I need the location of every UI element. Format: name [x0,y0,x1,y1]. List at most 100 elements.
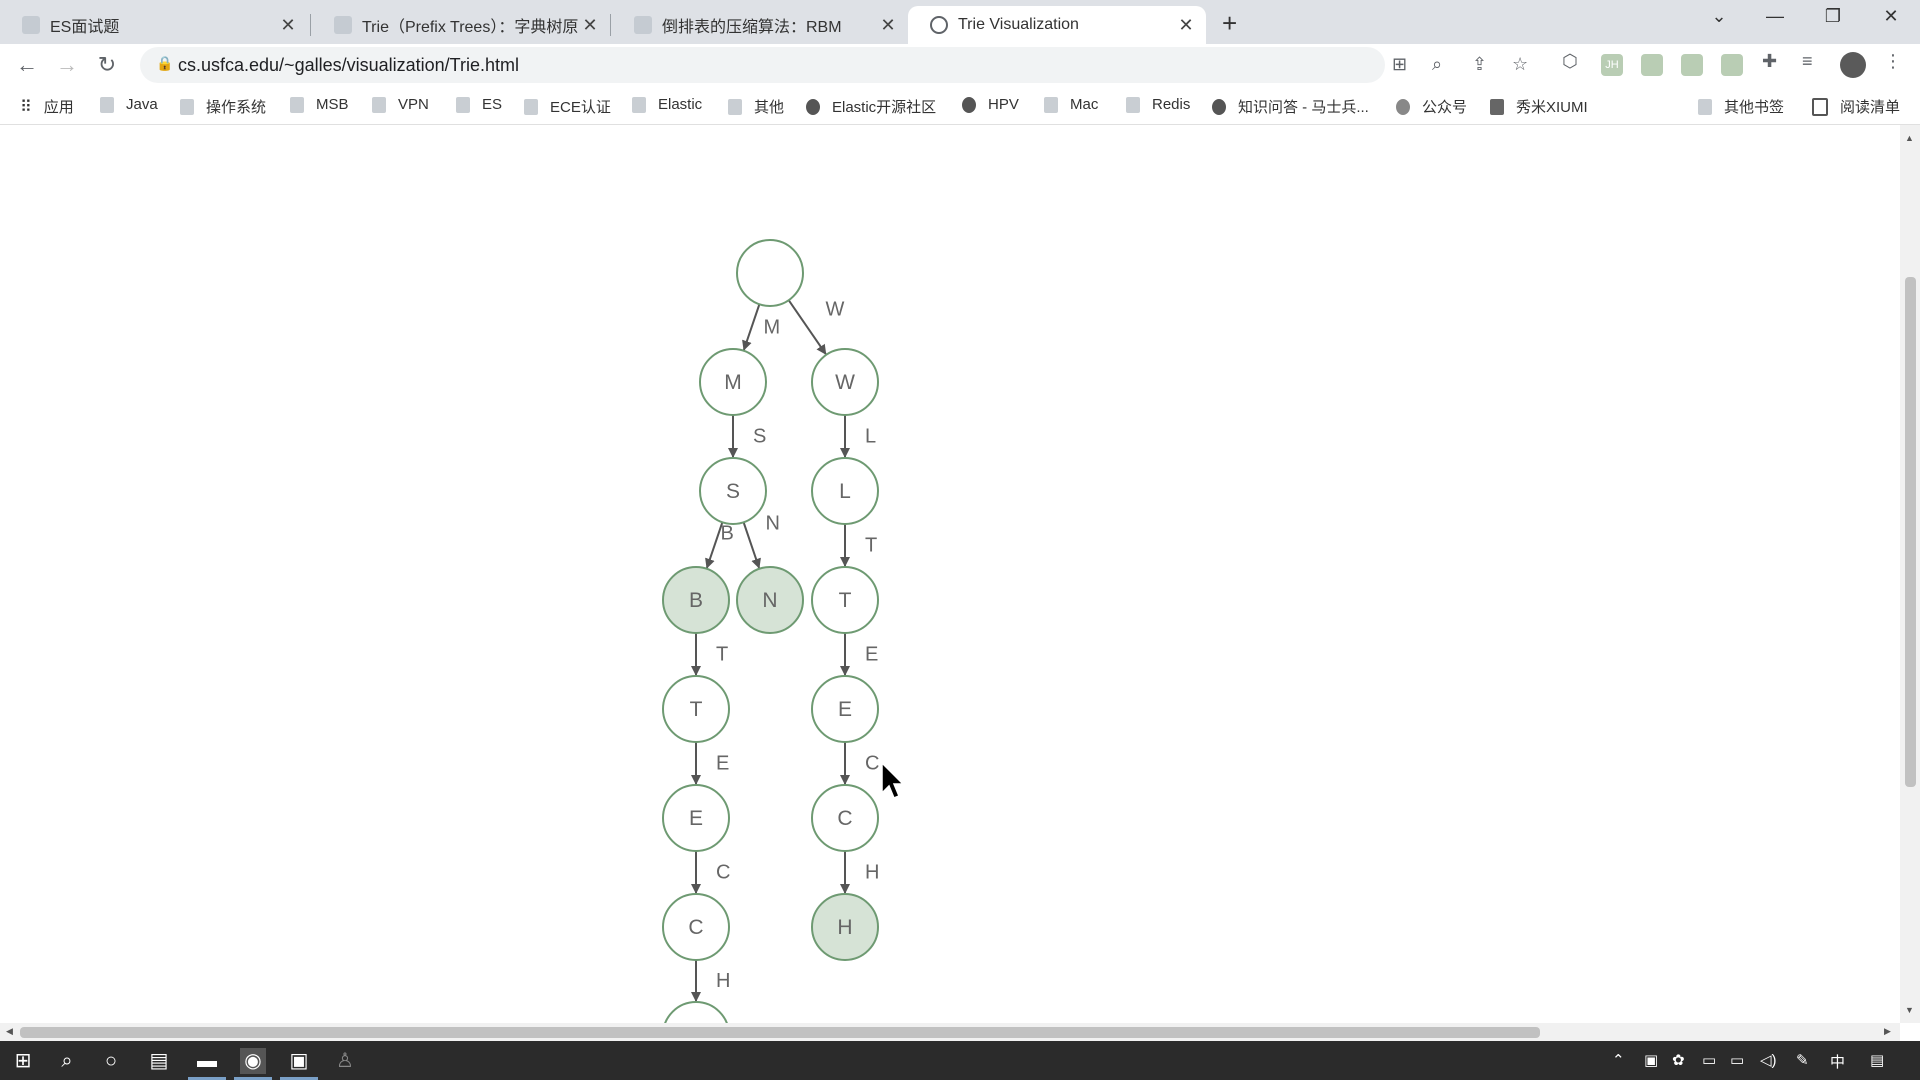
bookmark-vpn[interactable]: VPN [372,96,429,113]
tab-trie-visualization[interactable]: Trie Visualization ✕ [908,6,1206,44]
notification-icon[interactable]: ▤ [1870,1051,1884,1069]
url-text[interactable]: cs.usfca.edu/~galles/visualization/Trie.… [178,55,519,76]
horizontal-scrollbar[interactable]: ◀ ▶ [0,1023,1900,1041]
bookmark-ece[interactable]: ECE认证 [524,96,611,117]
bookmark-es[interactable]: ES [456,96,502,113]
tab-close-icon[interactable]: ✕ [578,15,602,36]
windows-taskbar: ⊞ ⌕ ○ ▤ ▬ ◉ ▣ ♙ ⌃ ▣ ✿ ▭ ▭ ◁) ✎ 中 ▤ [0,1041,1920,1080]
back-button[interactable]: ← [12,52,42,78]
tab-rbm-compression[interactable]: 倒排表的压缩算法：RBM ✕ [612,6,908,44]
trie-node: W [811,348,879,416]
jh-extension-icon[interactable]: JH [1601,54,1623,76]
reading-list-icon[interactable]: ≡ [1802,51,1813,72]
tray-app-icon[interactable]: ✿ [1672,1051,1685,1069]
pen-icon[interactable]: ✎ [1796,1051,1809,1069]
scroll-down-arrow-icon[interactable]: ▼ [1905,1005,1914,1015]
tab-close-icon[interactable]: ✕ [876,15,900,36]
bookmark-xiumi[interactable]: 秀米XIUMI [1490,96,1588,117]
app-icon[interactable]: ♙ [332,1048,358,1074]
minimize-button[interactable]: — [1760,6,1790,27]
bookmark-hpv[interactable]: HPV [962,96,1019,113]
bookmark-msb[interactable]: MSB [290,96,349,113]
trie-node-circle [664,1001,728,1023]
bookmark-java[interactable]: Java [100,96,158,113]
bookmark-redis[interactable]: Redis [1126,96,1190,113]
extension-icon[interactable] [1681,54,1703,76]
file-explorer-icon[interactable]: ▬ [188,1048,226,1080]
folder-icon [100,96,114,113]
task-view-icon[interactable]: ▤ [146,1048,172,1074]
trie-edge-label: L [865,426,876,448]
cortana-icon[interactable]: ○ [98,1048,124,1074]
bookmark-elastic[interactable]: Elastic [632,96,702,113]
vertical-scrollbar[interactable]: ▲ ▼ [1900,125,1920,1023]
ime-indicator[interactable]: 中 [1830,1051,1845,1072]
folder-icon [456,96,470,113]
tab-close-icon[interactable]: ✕ [276,15,300,36]
tab-trie-prefix-trees[interactable]: Trie（Prefix Trees）：字典树原 ✕ [312,6,610,44]
trie-edge-label: C [716,862,730,884]
bookmark-os[interactable]: 操作系统 [180,96,266,117]
trie-node: E [662,784,730,852]
network-icon[interactable]: ▭ [1730,1051,1744,1069]
translate-icon[interactable]: ⊞ [1392,54,1407,75]
close-window-button[interactable]: ✕ [1876,6,1906,27]
reading-list-button[interactable]: 阅读清单 [1812,96,1900,117]
bookmark-elastic-community[interactable]: Elastic开源社区 [806,96,936,117]
scroll-left-arrow-icon[interactable]: ◀ [6,1026,13,1037]
address-bar[interactable]: 🔒 cs.usfca.edu/~galles/visualization/Tri… [140,47,1528,83]
volume-icon[interactable]: ◁) [1760,1051,1777,1069]
windows-start-icon[interactable]: ⊞ [10,1048,36,1074]
trie-node-label: C [837,807,852,830]
browser-icon[interactable]: ◉ [234,1048,272,1080]
bookmark-other-bookmarks[interactable]: 其他书签 [1698,96,1784,117]
menu-icon[interactable]: ⋮ [1884,51,1902,72]
zoom-icon[interactable]: ⌕ [1432,54,1442,75]
extension-icon[interactable]: ⬡ [1562,51,1578,72]
trie-edge [742,303,761,351]
bookmark-mac[interactable]: Mac [1044,96,1098,113]
new-tab-button[interactable]: + [1222,8,1237,39]
extension-icon[interactable] [1721,54,1743,76]
page-content: M W S L B N T T E E C C H H M W S L B N T T E E C C H [0,125,1900,1023]
tray-app-icon[interactable]: ▭ [1702,1051,1716,1069]
scroll-right-arrow-icon[interactable]: ▶ [1884,1026,1891,1037]
trie-node-label: M [724,371,742,394]
globe-icon [930,16,948,34]
trie-node-label: T [839,589,852,612]
scroll-up-arrow-icon[interactable]: ▲ [1905,133,1914,143]
tab-close-icon[interactable]: ✕ [1174,15,1198,36]
app-icon[interactable]: ▣ [280,1048,318,1080]
tray-app-icon[interactable]: ▣ [1644,1051,1658,1069]
trie-node [664,1001,728,1023]
apps-grid-icon: ⠿ [20,98,32,116]
profile-avatar[interactable] [1840,52,1866,78]
search-icon[interactable]: ⌕ [54,1048,80,1074]
show-hidden-icons[interactable]: ⌃ [1612,1051,1625,1069]
reload-button[interactable]: ↻ [92,52,122,78]
trie-node: H [811,893,879,961]
folder-icon [1698,98,1712,115]
forward-button[interactable]: → [52,52,82,78]
restore-button[interactable]: ❐ [1818,6,1848,27]
tab-es-interview[interactable]: ES面试题 ✕ [0,6,308,44]
trie-node-circle [736,239,804,307]
bookmark-other[interactable]: 其他 [728,96,784,117]
trie-edge-label: T [865,535,877,557]
puzzle-icon[interactable]: ✚ [1762,51,1777,72]
star-icon[interactable]: ☆ [1512,54,1528,75]
trie-root-node [736,239,804,307]
folder-icon [1126,96,1140,113]
globe-icon [962,96,976,113]
bookmarks-bar: ⠿ 应用 Java 操作系统 MSB VPN ES ECE认证 Elastic 其… [0,86,1920,125]
vertical-scroll-thumb[interactable] [1905,277,1916,787]
tab-divider [610,14,611,36]
bookmark-apps[interactable]: ⠿ 应用 [20,96,74,117]
horizontal-scroll-thumb[interactable] [20,1027,1540,1038]
tab-search-button[interactable]: ⌄ [1704,6,1734,27]
bookmark-qa-msb[interactable]: 知识问答 - 马士兵... [1212,96,1369,117]
tab-title: ES面试题 [50,19,120,36]
extension-icon[interactable] [1641,54,1663,76]
bookmark-wechat-official[interactable]: 公众号 [1396,96,1467,117]
share-icon[interactable]: ⇪ [1472,54,1487,75]
